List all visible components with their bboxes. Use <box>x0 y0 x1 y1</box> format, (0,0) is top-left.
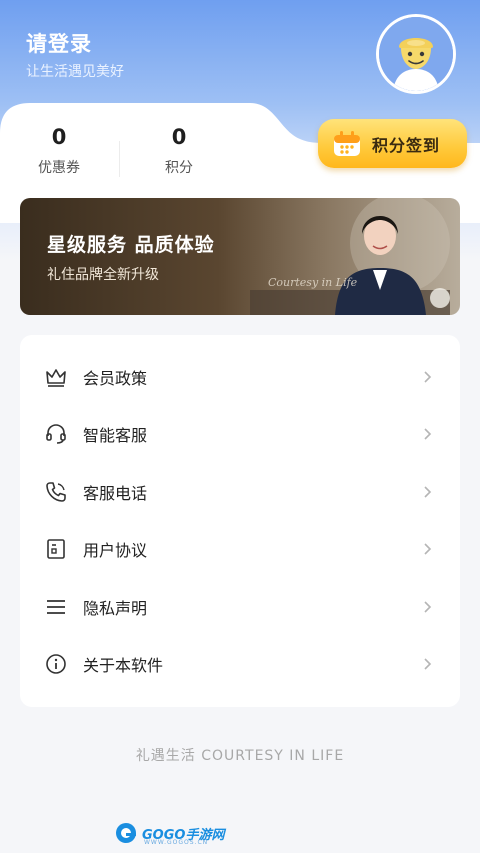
site-watermark: GOGO手游网 WWW.GOGOS.CN <box>114 820 224 846</box>
calendar-icon <box>334 130 360 156</box>
menu-item-member-policy[interactable]: 会员政策 <box>20 348 460 405</box>
points-label: 积分 <box>165 160 193 176</box>
chevron-right-icon <box>424 485 432 498</box>
login-subtitle: 让生活遇见美好 <box>26 64 124 80</box>
banner-subtitle: 礼住品牌全新升级 <box>47 267 159 283</box>
banner-title: 星级服务 品质体验 <box>47 234 215 256</box>
menu-card: 会员政策 智能客服 客服电话 用户协议 隐私声明 关于本软件 <box>20 335 460 707</box>
menu-item-about[interactable]: 关于本软件 <box>20 635 460 692</box>
watermark-logo-icon <box>116 823 136 843</box>
info-icon <box>46 653 66 674</box>
menu-item-user-agreement[interactable]: 用户协议 <box>20 520 460 577</box>
phone-icon <box>46 481 66 502</box>
menu-item-label: 关于本软件 <box>83 655 164 675</box>
coupon-count: 0 <box>51 125 67 149</box>
avatar-image <box>379 17 453 91</box>
menu-item-label: 用户协议 <box>83 540 148 560</box>
banner-photo: Courtesy in Life <box>250 198 450 315</box>
promo-banner[interactable]: Courtesy in Life 星级服务 品质体验 礼住品牌全新升级 <box>20 198 460 315</box>
list-icon <box>47 599 65 614</box>
document-icon <box>47 538 65 559</box>
menu-item-label: 会员政策 <box>83 368 148 388</box>
menu-item-label: 隐私声明 <box>83 598 148 618</box>
menu-item-label: 客服电话 <box>83 483 148 503</box>
login-title[interactable]: 请登录 <box>26 28 92 58</box>
stats-divider <box>119 141 120 177</box>
checkin-button[interactable]: 积分签到 <box>318 119 467 168</box>
checkin-label: 积分签到 <box>372 135 441 155</box>
coupon-label: 优惠券 <box>38 160 80 176</box>
banner-script-text: Courtesy in Life <box>268 276 358 289</box>
chevron-right-icon <box>424 657 432 670</box>
points-stat[interactable]: 0 积分 <box>124 125 234 177</box>
chevron-right-icon <box>424 542 432 555</box>
points-count: 0 <box>171 125 187 149</box>
crown-icon <box>46 368 66 387</box>
menu-item-privacy[interactable]: 隐私声明 <box>20 578 460 635</box>
menu-item-label: 智能客服 <box>83 425 148 445</box>
menu-item-smart-service[interactable]: 智能客服 <box>20 405 460 462</box>
footer-slogan: 礼遇生活 COURTESY IN LIFE <box>135 748 345 764</box>
avatar[interactable] <box>376 14 456 94</box>
menu-item-service-phone[interactable]: 客服电话 <box>20 463 460 520</box>
headset-icon <box>46 423 66 444</box>
coupon-stat[interactable]: 0 优惠券 <box>4 125 114 177</box>
chevron-right-icon <box>424 427 432 440</box>
watermark-url: WWW.GOGOS.CN <box>144 839 209 846</box>
chevron-right-icon <box>424 600 432 613</box>
chevron-right-icon <box>424 370 432 383</box>
